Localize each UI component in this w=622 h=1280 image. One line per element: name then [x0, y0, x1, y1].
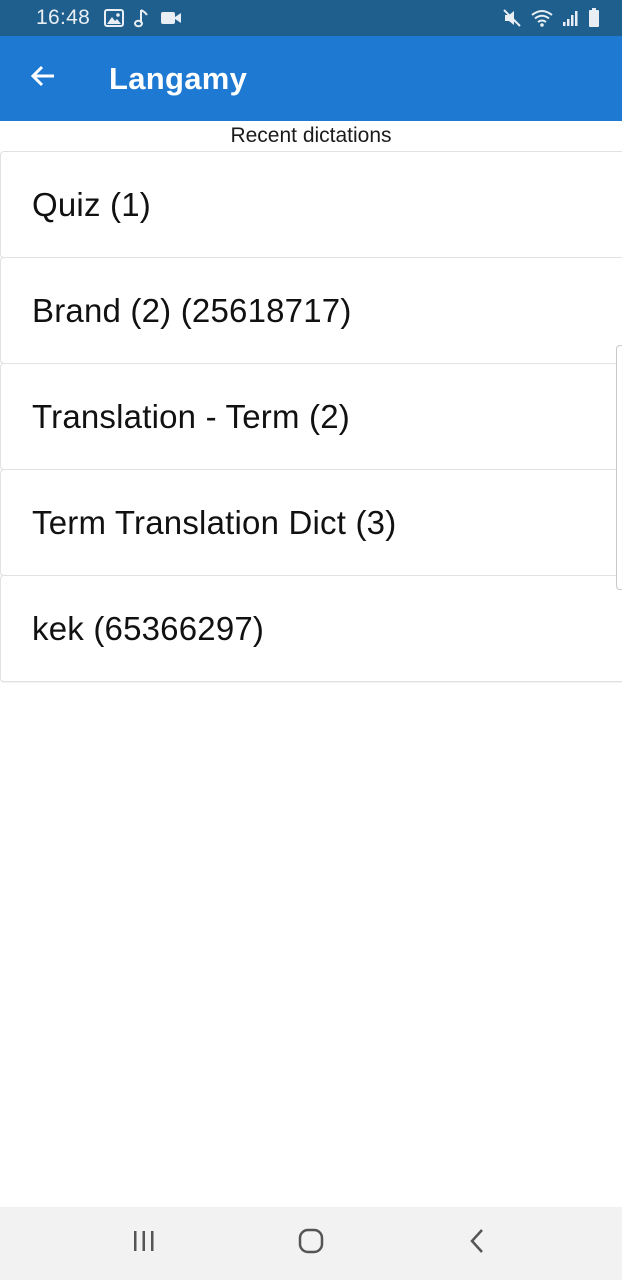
app-bar: Langamy: [0, 36, 622, 121]
status-left-icons: [104, 8, 182, 28]
section-title: Recent dictations: [230, 124, 392, 147]
dictation-item[interactable]: Translation - Term (2): [0, 363, 622, 470]
dictation-item-label: kek (65366297): [32, 609, 265, 647]
recent-apps-button[interactable]: [99, 1207, 189, 1280]
image-icon: [104, 9, 125, 27]
app-title: Langamy: [109, 60, 248, 96]
status-time: 16:48: [36, 6, 91, 29]
status-right-icons: [502, 8, 600, 28]
scroll-indicator[interactable]: [616, 345, 622, 590]
home-button[interactable]: [266, 1207, 356, 1280]
wifi-icon: [530, 8, 554, 28]
mute-icon: [502, 8, 522, 28]
dictation-item-label: Brand (2) (25618717): [32, 291, 352, 329]
video-camera-icon: [160, 10, 182, 26]
recent-apps-icon: [131, 1229, 157, 1258]
home-icon: [297, 1227, 325, 1260]
battery-icon: [588, 8, 600, 28]
dictation-item[interactable]: kek (65366297): [0, 575, 622, 682]
nav-bar: [0, 1207, 622, 1280]
status-bar: 16:48: [0, 0, 622, 36]
dictation-item-label: Term Translation Dict (3): [32, 503, 397, 541]
dictation-item[interactable]: Term Translation Dict (3): [0, 469, 622, 576]
dictation-item[interactable]: Brand (2) (25618717): [0, 257, 622, 364]
screen: 16:48 Langamy Recent dictations Quiz (1)…: [0, 0, 622, 1280]
dictation-item-label: Quiz (1): [32, 185, 151, 223]
system-back-button[interactable]: [433, 1207, 523, 1280]
dictation-list: Quiz (1) Brand (2) (25618717) Translatio…: [0, 151, 622, 682]
music-note-icon: [134, 8, 150, 28]
signal-icon: [562, 9, 580, 27]
back-icon: [468, 1227, 488, 1260]
arrow-left-icon: [29, 62, 57, 95]
dictation-item[interactable]: Quiz (1): [0, 151, 622, 258]
back-button[interactable]: [0, 36, 86, 121]
dictation-item-label: Translation - Term (2): [32, 397, 350, 435]
